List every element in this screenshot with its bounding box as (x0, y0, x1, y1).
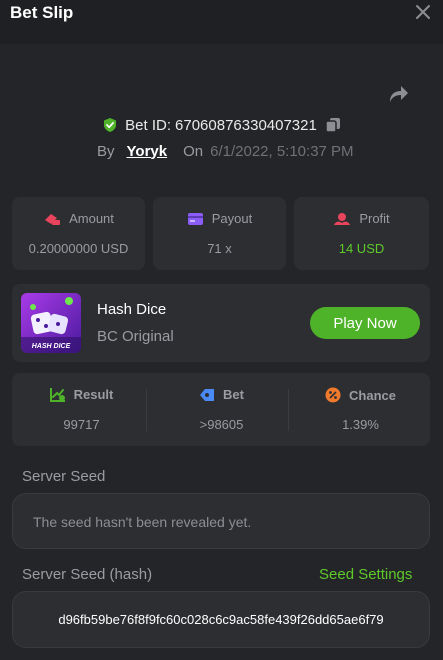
game-card: HASH DICE Hash Dice BC Original Play Now (12, 284, 430, 362)
profit-label: Profit (359, 211, 390, 226)
amount-value: 0.20000000 USD (28, 241, 129, 256)
server-seed-hash-value: d96fb59be76f8f9fc60c028c6c9ac58fe439f26d… (58, 612, 384, 627)
coins-icon (45, 213, 61, 225)
by-label: By (97, 142, 115, 160)
shield-check-icon (104, 118, 117, 132)
play-now-button[interactable]: Play Now (310, 307, 420, 339)
result-label: Result (73, 387, 114, 402)
on-label: On (183, 142, 204, 160)
bet-meta-row: By Yoryk On 6/1/2022, 5:10:37 PM (97, 141, 354, 161)
result-value: 99717 (63, 417, 100, 432)
seed-settings-link[interactable]: Seed Settings (319, 566, 412, 583)
bet-label: Bet (223, 387, 244, 402)
bet-id-row: Bet ID: 67060876330407321 (0, 114, 443, 136)
amount-card: Amount 0.20000000 USD (12, 197, 145, 270)
chance-column: Chance 1.39% (291, 373, 430, 446)
divider (288, 389, 289, 431)
game-name: Hash Dice (97, 301, 167, 318)
game-provider: BC Original (97, 328, 174, 345)
server-seed-value: The seed hasn't been revealed yet. (33, 514, 252, 530)
server-seed-field[interactable]: The seed hasn't been revealed yet. (12, 493, 430, 549)
percent-icon (325, 387, 341, 403)
chance-label: Chance (349, 387, 396, 403)
username-link[interactable]: Yoryk (127, 143, 168, 160)
server-seed-hash-label: Server Seed (hash) (22, 566, 153, 583)
profit-icon (334, 212, 351, 225)
copy-icon[interactable] (325, 117, 341, 133)
result-card: Result 99717 Bet >98605 Chance 1.39% (12, 373, 430, 446)
bet-column: Bet >98605 (152, 373, 291, 446)
amount-label: Amount (69, 211, 114, 226)
bet-value: >98605 (199, 417, 244, 432)
profit-card: Profit 14 USD (294, 197, 429, 270)
result-column: Result 99717 (12, 373, 151, 446)
bet-id-value: 67060876330407321 (175, 116, 317, 134)
modal-header: Bet Slip (0, 0, 443, 44)
bet-timestamp: 6/1/2022, 5:10:37 PM (210, 142, 354, 160)
ticket-icon (200, 388, 215, 401)
thumb-caption: HASH DICE (31, 343, 71, 350)
chart-icon (49, 388, 65, 402)
server-seed-hash-field[interactable]: d96fb59be76f8f9fc60c028c6c9ac58fe439f26d… (12, 591, 430, 648)
payout-card: Payout 71 x (153, 197, 286, 270)
chance-value: 1.39% (342, 417, 379, 432)
bet-id-label: Bet ID: (125, 116, 172, 134)
game-thumbnail[interactable]: HASH DICE (21, 293, 81, 353)
payout-value: 71 x (207, 241, 232, 256)
profit-value: 14 USD (338, 241, 385, 256)
server-seed-label: Server Seed (22, 468, 106, 485)
share-icon[interactable] (386, 82, 410, 106)
modal-title: Bet Slip (10, 3, 74, 22)
divider (146, 389, 147, 431)
payout-label: Payout (211, 211, 253, 226)
wallet-icon (187, 212, 203, 225)
close-icon[interactable] (415, 4, 431, 20)
